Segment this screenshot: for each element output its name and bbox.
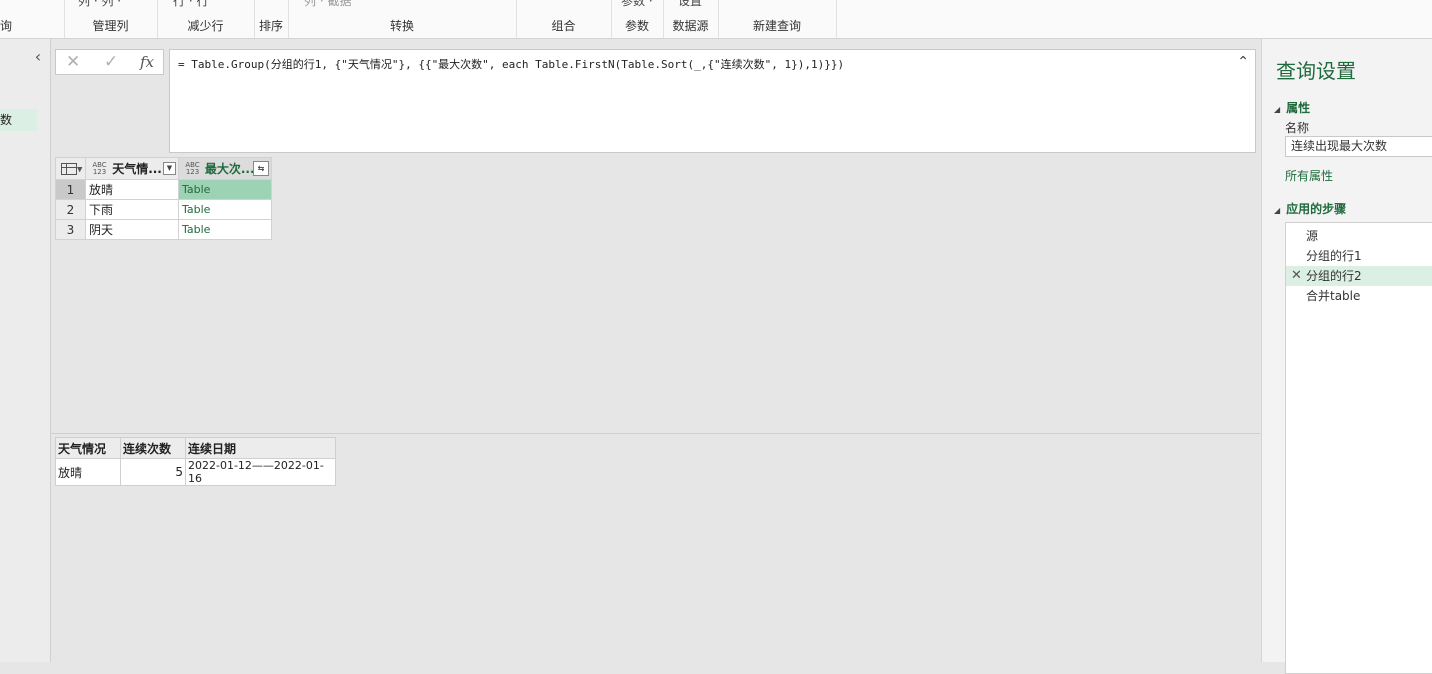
query-settings-pane: 查询设置 ◢ 属性 名称 连续出现最大次数 所有属性 ◢ 应用的步骤 源 分组的行1… — [1261, 39, 1432, 674]
preview-cell: 放晴 — [55, 458, 121, 486]
collapse-pane-icon[interactable]: ‹ — [30, 49, 46, 65]
ribbon-group-label: 数据源 — [672, 19, 709, 33]
ribbon-group-label: 排序 — [258, 19, 283, 33]
expand-column-icon[interactable]: ⇆ — [253, 161, 269, 176]
ribbon-group-combine[interactable]: 组合 — [516, 0, 612, 38]
preview-header: 连续次数 — [120, 437, 186, 459]
type-any-icon[interactable]: ABC 123 — [184, 161, 201, 176]
collapse-triangle-icon: ◢ — [1274, 206, 1281, 215]
table-cell[interactable]: 放晴 — [85, 179, 179, 200]
row-number[interactable]: 2 — [55, 199, 86, 220]
formula-input[interactable]: = Table.Group(分组的行1, {"天气情况"}, {{"最大次数",… — [169, 49, 1256, 153]
preview-cell: 5 — [120, 458, 186, 486]
ribbon-cut-text: 参数 · — [621, 0, 653, 8]
step-item[interactable]: 合并table — [1286, 286, 1432, 306]
query-name-input[interactable]: 连续出现最大次数 — [1285, 136, 1432, 157]
preview-cell: 2022-01-12——2022-01-16 — [185, 458, 336, 486]
column-header-label: 天气情... — [112, 162, 162, 176]
ribbon-group-label: 管理列 — [92, 19, 129, 33]
ribbon-group-reduce-rows[interactable]: 行 · 行 减少行 — [157, 0, 255, 38]
type-any-icon[interactable]: ABC 123 — [91, 161, 108, 176]
column-header-label: 最大次... — [204, 162, 255, 176]
ribbon-group-label: 减少行 — [187, 19, 224, 33]
section-label: 应用的步骤 — [1286, 202, 1347, 216]
ribbon-group-sort[interactable]: 排序 — [254, 0, 289, 38]
ribbon-group-label: 询 — [0, 19, 13, 33]
ribbon-group-parameters[interactable]: 参数 · 参数 — [611, 0, 664, 38]
ribbon-group-label: 新建查询 — [752, 19, 801, 33]
table-row: 1 放晴 Table — [55, 179, 272, 200]
ribbon-cut-text: 列 · 截据 — [304, 0, 352, 8]
query-item[interactable]: 数 — [0, 109, 37, 131]
ribbon-cut-text: 行 · 行 — [173, 0, 209, 8]
properties-section-header[interactable]: ◢ 属性 — [1274, 99, 1310, 116]
preview-header: 天气情况 — [55, 437, 121, 459]
column-header-max-count[interactable]: ABC 123 最大次... ⇆ — [178, 157, 272, 180]
ribbon-cut-text: 列 · 列 · — [78, 0, 122, 8]
ribbon-group-manage-columns[interactable]: 列 · 列 · 管理列 — [64, 0, 158, 38]
fx-icon[interactable]: fx — [140, 52, 154, 72]
confirm-icon[interactable]: ✓ — [104, 52, 118, 72]
queries-pane: ‹ 数 — [0, 39, 51, 662]
formula-text[interactable]: = Table.Group(分组的行1, {"天气情况"}, {{"最大次数",… — [178, 56, 844, 72]
table-cell[interactable]: 阴天 — [85, 219, 179, 240]
filter-dropdown-icon[interactable]: ▼ — [163, 162, 176, 175]
applied-steps-header[interactable]: ◢ 应用的步骤 — [1274, 200, 1346, 217]
row-number[interactable]: 3 — [55, 219, 86, 240]
ribbon-group-data-source[interactable]: 设置 数据源 — [663, 0, 719, 38]
preview-splitter[interactable] — [51, 433, 1260, 434]
table-link-cell[interactable]: Table — [178, 219, 272, 240]
table-icon — [61, 163, 77, 175]
delete-step-icon[interactable]: ✕ — [1291, 266, 1302, 286]
row-number[interactable]: 1 — [55, 179, 86, 200]
ribbon-cut-text: 设置 — [678, 0, 703, 8]
cancel-icon[interactable]: ✕ — [66, 52, 80, 72]
chevron-down-icon: ▼ — [77, 165, 83, 173]
preview-table: 天气情况 连续次数 连续日期 放晴 5 2022-01-12——2022-01-… — [55, 437, 336, 486]
ribbon-group-label: 转换 — [389, 19, 414, 33]
ribbon-group-transform[interactable]: 列 · 截据 转换 — [288, 0, 517, 38]
step-item[interactable]: 源 — [1286, 226, 1432, 246]
step-label: 分组的行2 — [1306, 269, 1362, 283]
settings-title: 查询设置 — [1276, 59, 1356, 83]
chevron-up-icon[interactable]: ⌃ — [1237, 54, 1249, 70]
all-properties-link[interactable]: 所有属性 — [1285, 167, 1333, 184]
data-grid: ▼ ABC 123 天气情... ▼ ABC 123 最大次... ⇆ 1 放晴… — [55, 157, 272, 240]
ribbon-group-query[interactable]: 询 — [0, 0, 65, 38]
table-row: 2 下雨 Table — [55, 199, 272, 220]
collapse-triangle-icon: ◢ — [1274, 105, 1281, 114]
ribbon-group-new-query[interactable]: 新建查询 — [718, 0, 837, 38]
preview-header: 连续日期 — [185, 437, 336, 459]
name-label: 名称 — [1285, 121, 1310, 135]
step-item-active[interactable]: ✕ 分组的行2 — [1286, 266, 1432, 286]
formula-controls: ✕ ✓ fx — [55, 49, 164, 75]
column-header-weather[interactable]: ABC 123 天气情... ▼ — [85, 157, 179, 180]
ribbon: 询 列 · 列 · 管理列 行 · 行 减少行 排序 列 · 截据 转换 组合 … — [0, 0, 1432, 39]
table-link-cell[interactable]: Table — [178, 179, 272, 200]
table-menu-button[interactable]: ▼ — [55, 157, 86, 180]
step-item[interactable]: 分组的行1 — [1286, 246, 1432, 266]
ribbon-group-label: 组合 — [551, 19, 576, 33]
table-row: 放晴 5 2022-01-12——2022-01-16 — [55, 458, 336, 486]
ribbon-group-label: 参数 — [624, 19, 649, 33]
section-label: 属性 — [1286, 101, 1311, 115]
table-cell[interactable]: 下雨 — [85, 199, 179, 220]
applied-steps-list: 源 分组的行1 ✕ 分组的行2 合并table — [1285, 222, 1432, 674]
table-link-cell[interactable]: Table — [178, 199, 272, 220]
table-row: 3 阴天 Table — [55, 219, 272, 240]
